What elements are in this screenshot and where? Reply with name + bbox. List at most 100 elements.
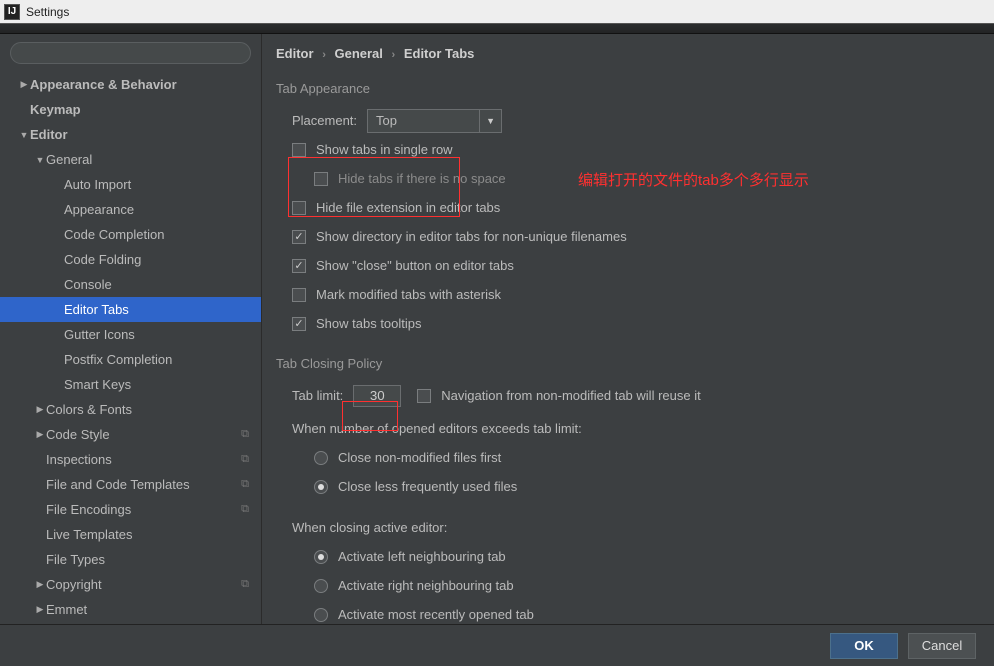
sidebar-item-code-completion[interactable]: Code Completion: [0, 222, 261, 247]
chevron-down-icon[interactable]: ▼: [18, 130, 30, 140]
close-non-modified[interactable]: Close non-modified files first: [292, 443, 994, 472]
sidebar-item-label: File Types: [46, 552, 105, 567]
ok-button[interactable]: OK: [830, 633, 898, 659]
sidebar-item-label: Gutter Icons: [64, 327, 135, 342]
radio-icon[interactable]: [314, 451, 328, 465]
app-icon: IJ: [4, 4, 20, 20]
checkbox-icon[interactable]: [292, 230, 306, 244]
hide-file-extension-label: Hide file extension in editor tabs: [316, 200, 500, 215]
activate-left[interactable]: Activate left neighbouring tab: [292, 542, 994, 571]
sidebar-item-copyright[interactable]: ▶Copyright⧉: [0, 572, 261, 597]
sidebar-item-live-templates[interactable]: Live Templates: [0, 522, 261, 547]
sidebar-item-console[interactable]: Console: [0, 272, 261, 297]
mark-modified-asterisk[interactable]: Mark modified tabs with asterisk: [292, 280, 994, 309]
sidebar-item-label: Code Folding: [64, 252, 141, 267]
breadcrumb-editor-tabs: Editor Tabs: [404, 46, 475, 61]
sidebar-item-label: Keymap: [30, 102, 81, 117]
chevron-right-icon[interactable]: ▶: [34, 429, 46, 440]
show-tabs-single-row[interactable]: Show tabs in single row: [292, 135, 994, 164]
sidebar-item-file-types[interactable]: File Types: [0, 547, 261, 572]
chevron-right-icon[interactable]: ▶: [34, 404, 46, 415]
nav-reuse-label: Navigation from non-modified tab will re…: [441, 388, 700, 403]
sidebar-item-label: Inspections: [46, 452, 112, 467]
main: ⌕ ▶Appearance & BehaviorKeymap▼Editor▼Ge…: [0, 34, 994, 624]
sidebar-item-emmet[interactable]: ▶Emmet: [0, 597, 261, 622]
tab-closing-form: Tab limit: Navigation from non-modified …: [262, 375, 994, 624]
tab-limit-input[interactable]: [353, 385, 401, 407]
sidebar-item-label: Appearance: [64, 202, 134, 217]
sidebar-item-inspections[interactable]: Inspections ⧉: [0, 447, 261, 472]
show-directory-label: Show directory in editor tabs for non-un…: [316, 229, 627, 244]
sidebar-item-appearance[interactable]: Appearance: [0, 197, 261, 222]
show-close-button[interactable]: Show "close" button on editor tabs: [292, 251, 994, 280]
radio-icon[interactable]: [314, 579, 328, 593]
sidebar-item-label: Console: [64, 277, 112, 292]
sidebar-item-label: Code Style: [46, 427, 110, 442]
placement-label: Placement:: [292, 113, 357, 128]
chevron-right-icon[interactable]: ▶: [18, 79, 30, 90]
breadcrumb-general[interactable]: General: [334, 46, 382, 61]
sidebar-item-editor-tabs[interactable]: Editor Tabs: [0, 297, 261, 322]
sidebar-item-file-encodings[interactable]: File Encodings⧉: [0, 497, 261, 522]
hide-file-extension[interactable]: Hide file extension in editor tabs: [292, 193, 994, 222]
chevron-right-icon[interactable]: ▶: [34, 604, 46, 615]
checkbox-icon[interactable]: [292, 143, 306, 157]
chevron-right-icon[interactable]: ▶: [34, 579, 46, 590]
exceed-label: When number of opened editors exceeds ta…: [292, 414, 994, 443]
sidebar-item-label: General: [46, 152, 92, 167]
show-tabs-tooltips[interactable]: Show tabs tooltips: [292, 309, 994, 338]
show-tabs-tooltips-label: Show tabs tooltips: [316, 316, 422, 331]
placement-row: Placement: Top ▼: [292, 106, 994, 135]
checkbox-icon[interactable]: [417, 389, 431, 403]
chevron-down-icon[interactable]: ▼: [479, 110, 501, 132]
checkbox-icon[interactable]: [314, 172, 328, 186]
section-tab-appearance: Tab Appearance: [262, 73, 994, 100]
activate-recent[interactable]: Activate most recently opened tab: [292, 600, 994, 624]
close-less-frequent-label: Close less frequently used files: [338, 479, 517, 494]
project-level-icon: ⧉: [241, 578, 249, 591]
search-input[interactable]: [10, 42, 251, 64]
checkbox-icon[interactable]: [292, 317, 306, 331]
sidebar-item-general[interactable]: ▼General: [0, 147, 261, 172]
sidebar-item-auto-import[interactable]: Auto Import: [0, 172, 261, 197]
project-level-icon: ⧉: [241, 453, 249, 466]
window-title: Settings: [26, 5, 69, 19]
activate-right-label: Activate right neighbouring tab: [338, 578, 514, 593]
annotation-text: 编辑打开的文件的tab多个多行显示: [578, 169, 809, 190]
checkbox-icon[interactable]: [292, 288, 306, 302]
sidebar-item-gutter-icons[interactable]: Gutter Icons: [0, 322, 261, 347]
sidebar-item-editor[interactable]: ▼Editor: [0, 122, 261, 147]
activate-right[interactable]: Activate right neighbouring tab: [292, 571, 994, 600]
tab-limit-row: Tab limit: Navigation from non-modified …: [292, 381, 994, 410]
sidebar-item-smart-keys[interactable]: Smart Keys: [0, 372, 261, 397]
radio-icon[interactable]: [314, 608, 328, 622]
show-directory[interactable]: Show directory in editor tabs for non-un…: [292, 222, 994, 251]
sidebar-item-keymap[interactable]: Keymap: [0, 97, 261, 122]
sidebar-item-postfix-completion[interactable]: Postfix Completion: [0, 347, 261, 372]
sidebar-item-code-folding[interactable]: Code Folding: [0, 247, 261, 272]
tab-limit-label: Tab limit:: [292, 388, 343, 403]
checkbox-icon[interactable]: [292, 201, 306, 215]
chevron-right-icon: ›: [322, 49, 326, 61]
tab-appearance-form: Placement: Top ▼ Show tabs in single row…: [262, 100, 994, 338]
titlebar: IJ Settings: [0, 0, 994, 24]
sidebar-item-file-and-code-templates[interactable]: File and Code Templates⧉: [0, 472, 261, 497]
sidebar: ⌕ ▶Appearance & BehaviorKeymap▼Editor▼Ge…: [0, 34, 262, 624]
checkbox-icon[interactable]: [292, 259, 306, 273]
sidebar-item-appearance-behavior[interactable]: ▶Appearance & Behavior: [0, 72, 261, 97]
project-level-icon: ⧉: [241, 428, 249, 441]
sidebar-item-colors-fonts[interactable]: ▶Colors & Fonts: [0, 397, 261, 422]
content-scroll[interactable]: Tab Appearance Placement: Top ▼ Show tab…: [262, 73, 994, 624]
sidebar-item-code-style[interactable]: ▶Code Style ⧉: [0, 422, 261, 447]
close-less-frequent[interactable]: Close less frequently used files: [292, 472, 994, 501]
placement-combo[interactable]: Top ▼: [367, 109, 502, 133]
project-level-icon: ⧉: [241, 478, 249, 491]
chevron-right-icon: ›: [392, 49, 396, 61]
radio-icon[interactable]: [314, 550, 328, 564]
chevron-down-icon[interactable]: ▼: [34, 155, 46, 165]
radio-icon[interactable]: [314, 480, 328, 494]
show-close-button-label: Show "close" button on editor tabs: [316, 258, 514, 273]
settings-tree[interactable]: ▶Appearance & BehaviorKeymap▼Editor▼Gene…: [0, 72, 261, 624]
breadcrumb-editor[interactable]: Editor: [276, 46, 314, 61]
cancel-button[interactable]: Cancel: [908, 633, 976, 659]
